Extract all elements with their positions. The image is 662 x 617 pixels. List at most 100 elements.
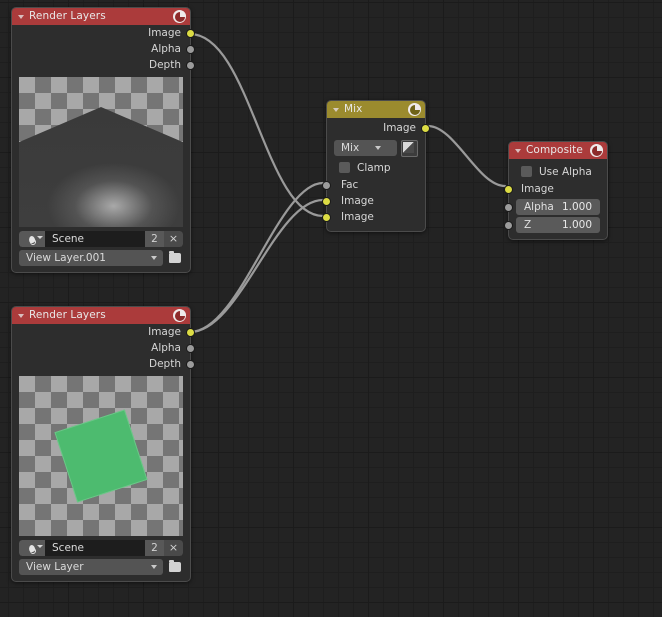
blend-mode-dropdown[interactable]: Mix [334, 140, 397, 156]
output-socket-image[interactable]: Image [12, 324, 195, 340]
use-alpha-icon[interactable] [401, 139, 418, 157]
node-render-layers-1[interactable]: Render Layers Image Alpha Depth Scene 2 … [11, 7, 195, 273]
alpha-value-field[interactable]: Alpha 1.000 [516, 199, 600, 215]
node-editor-canvas[interactable]: Render Layers Image Alpha Depth Scene 2 … [0, 0, 662, 617]
socket-dot-image[interactable] [504, 185, 513, 194]
clamp-checkbox[interactable] [339, 162, 350, 173]
new-viewlayer-icon[interactable] [166, 250, 183, 266]
scene-selector-row[interactable]: Scene 2 × [19, 540, 183, 556]
scene-users-count[interactable]: 2 [145, 540, 164, 556]
alpha-label: Alpha [524, 201, 554, 213]
scene-unlink-button[interactable]: × [164, 231, 183, 247]
node-header[interactable]: Render Layers [12, 307, 190, 324]
socket-dot-alpha[interactable] [186, 45, 195, 54]
input-value-alpha[interactable]: Alpha 1.000 [504, 199, 600, 215]
view-layer-value: View Layer [26, 561, 84, 573]
socket-label: Image [148, 27, 181, 39]
z-value-field[interactable]: Z 1.000 [516, 217, 600, 233]
node-icon [408, 103, 421, 116]
socket-dot-image-1[interactable] [322, 197, 331, 206]
chevron-down-icon [151, 256, 157, 260]
node-title: Render Layers [29, 10, 106, 22]
input-socket-fac[interactable]: Fac [322, 177, 425, 193]
use-alpha-checkbox[interactable] [521, 166, 532, 177]
preview-ground-plane [19, 107, 183, 227]
socket-label: Fac [341, 179, 359, 191]
socket-label: Alpha [151, 342, 181, 354]
input-socket-image-1[interactable]: Image [322, 193, 425, 209]
node-title: Mix [344, 103, 363, 115]
node-title: Composite [526, 144, 583, 156]
view-layer-dropdown[interactable]: View Layer.001 [19, 250, 163, 266]
scene-render-icon [173, 309, 186, 322]
socket-label: Depth [149, 59, 181, 71]
node-body: Image Alpha Depth Scene 2 [12, 324, 195, 575]
view-layer-dropdown[interactable]: View Layer [19, 559, 163, 575]
output-socket-image[interactable]: Image [12, 25, 195, 41]
view-layer-row[interactable]: View Layer [19, 559, 183, 575]
scene-name[interactable]: Scene [45, 231, 145, 247]
socket-dot-image[interactable] [186, 328, 195, 337]
view-layer-value: View Layer.001 [26, 252, 106, 264]
scene-name[interactable]: Scene [45, 540, 145, 556]
node-title: Render Layers [29, 309, 106, 321]
new-viewlayer-icon[interactable] [166, 559, 183, 575]
scene-unlink-button[interactable]: × [164, 540, 183, 556]
socket-label: Image [148, 326, 181, 338]
socket-label: Depth [149, 358, 181, 370]
link-rl2-image-to-mix-fac [188, 181, 325, 334]
triangle-down-icon[interactable] [515, 148, 521, 153]
node-mix[interactable]: Mix Image Mix Clamp Fac Image Image [322, 100, 430, 232]
output-socket-image[interactable]: Image [327, 120, 430, 136]
socket-dot-image[interactable] [421, 124, 430, 133]
socket-dot-alpha[interactable] [504, 203, 513, 212]
scene-data-icon[interactable] [19, 231, 45, 247]
socket-label: Image [383, 122, 416, 134]
output-socket-alpha[interactable]: Alpha [12, 340, 195, 356]
node-header[interactable]: Render Layers [12, 8, 190, 25]
socket-dot-image[interactable] [186, 29, 195, 38]
scene-id-block[interactable]: Scene 2 × [19, 231, 183, 247]
scene-data-icon[interactable] [19, 540, 45, 556]
scene-id-block[interactable]: Scene 2 × [19, 540, 183, 556]
socket-dot-depth[interactable] [186, 61, 195, 70]
link-mix-image-to-composite-image [426, 124, 507, 188]
triangle-down-icon[interactable] [18, 313, 24, 318]
node-header[interactable]: Mix [327, 101, 425, 118]
preview-green-cube [54, 409, 148, 503]
render-preview-cube [19, 376, 183, 536]
node-body: Image Alpha Depth Scene 2 [12, 25, 195, 266]
node-render-layers-2[interactable]: Render Layers Image Alpha Depth Scene 2 … [11, 306, 195, 582]
node-composite[interactable]: Composite Use Alpha Image Alpha 1.000 Z … [504, 141, 608, 240]
view-layer-row[interactable]: View Layer.001 [19, 250, 183, 266]
socket-dot-z[interactable] [504, 221, 513, 230]
socket-label: Image [521, 183, 554, 195]
output-socket-depth[interactable]: Depth [12, 57, 195, 73]
socket-dot-fac[interactable] [322, 181, 331, 190]
output-socket-alpha[interactable]: Alpha [12, 41, 195, 57]
blend-mode-row[interactable]: Mix [334, 139, 418, 157]
clamp-row[interactable]: Clamp [339, 160, 418, 175]
triangle-down-icon[interactable] [333, 107, 339, 112]
z-label: Z [524, 219, 532, 231]
output-socket-depth[interactable]: Depth [12, 356, 195, 372]
input-socket-image-2[interactable]: Image [322, 209, 425, 225]
node-header[interactable]: Composite [509, 142, 607, 159]
node-body: Use Alpha Image Alpha 1.000 Z 1.000 [504, 164, 607, 233]
chevron-down-icon [151, 565, 157, 569]
socket-dot-alpha[interactable] [186, 344, 195, 353]
socket-dot-image-2[interactable] [322, 213, 331, 222]
node-body: Image Mix Clamp Fac Image Image [322, 120, 430, 225]
socket-label: Image [341, 211, 374, 223]
blend-mode-value: Mix [341, 142, 360, 154]
alpha-value: 1.000 [561, 201, 592, 213]
use-alpha-row[interactable]: Use Alpha [521, 164, 600, 179]
scene-selector-row[interactable]: Scene 2 × [19, 231, 183, 247]
link-rl1-image-to-mix-image2 [188, 32, 325, 218]
scene-users-count[interactable]: 2 [145, 231, 164, 247]
input-socket-image[interactable]: Image [504, 181, 607, 197]
input-value-z[interactable]: Z 1.000 [504, 217, 600, 233]
clamp-label: Clamp [357, 161, 391, 174]
triangle-down-icon[interactable] [18, 14, 24, 19]
socket-dot-depth[interactable] [186, 360, 195, 369]
